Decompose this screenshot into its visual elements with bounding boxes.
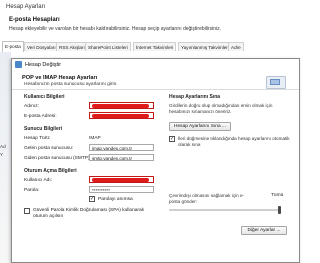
window-title: Hesap Ayarları [6,4,46,10]
email-address-field[interactable] [89,112,154,119]
auto-test-checkbox[interactable]: ✓ [169,136,175,142]
tab-sharepoint-lists[interactable]: SharePoint Listeleri [85,42,131,51]
dialog-title: Hesap Değiştir [25,62,62,68]
remember-password-label: Parolayı anımsa [98,197,133,202]
account-type-value: IMAP [89,136,101,141]
dialog-titlebar: Hesap Değiştir [12,59,299,71]
dialog-heading: POP ve IMAP Hesap Ayarları [22,75,98,81]
remember-password-checkbox[interactable]: ✓ [89,196,95,202]
tab-internet-calendars[interactable]: İnternet Takvimleri [133,42,177,51]
password-field[interactable]: ********** [89,186,154,193]
tab-data-files[interactable]: Veri Dosyaları [24,42,59,51]
tab-rss-feeds[interactable]: RSS Akışları [56,42,88,51]
mail-settings-icon [266,76,286,89]
auto-test-label: İleri düğmesine tıklandığında hesap ayar… [178,136,290,147]
username-field[interactable] [89,176,154,183]
change-account-dialog: Hesap Değiştir POP ve IMAP Hesap Ayarlar… [11,58,300,263]
tab-address-books[interactable]: Adre [228,42,244,51]
spa-checkbox[interactable] [24,208,30,214]
tab-email[interactable]: E-posta [2,41,24,52]
test-settings-description: Girdilerin doğru olup olmadığından emin … [169,103,273,114]
password-label: Parola: [24,188,40,193]
user-info-section-title: Kullanıcı Bilgileri [24,94,65,100]
more-settings-button[interactable]: Diğer Ayarlar ... [241,226,287,235]
envelope-icon [15,61,22,68]
email-address-label: E-posta Adresi: [24,114,57,119]
login-info-section-title: Oturum Açma Bilgileri [24,168,77,174]
account-row-label: Y [0,152,4,157]
offline-mail-slider-thumb[interactable] [278,206,281,214]
name-field[interactable] [89,102,154,109]
spa-label: Güvenli Parola Kimlik Doğrulaması (SPA) … [33,208,145,219]
outgoing-server-field[interactable]: smtp.yandex.com.tr [89,154,154,161]
email-accounts-description: Hesap ekleyebilir ve varolan bir hesabı … [9,26,222,32]
redaction-mark [92,104,149,108]
test-settings-section-title: Hesap Ayarlarını Sına [169,94,221,100]
name-label: Adınız: [24,104,39,109]
offline-mail-slider[interactable] [169,209,281,211]
redaction-mark [92,114,149,118]
redaction-mark [92,178,149,182]
dialog-subheading: Hesabınızın posta sunucusu ayarlarını gi… [24,82,118,87]
outgoing-server-label: Giden posta sunucusu (SMTP): [24,156,91,161]
test-account-settings-button[interactable]: Hesap Ayarlarını Sına ... [169,122,231,131]
incoming-server-field[interactable]: imap.yandex.com.tr [89,144,154,151]
header-divider [12,89,299,90]
email-accounts-heading: E-posta Hesapları [9,17,60,23]
incoming-server-label: Gelen posta sunucusu: [24,146,74,151]
account-type-label: Hesap Türü: [24,136,51,141]
tab-published-calendars[interactable]: Yayımlanmış Takvimler [178,42,231,51]
username-label: Kullanıcı Adı: [24,178,52,183]
server-info-section-title: Sunucu Bilgileri [24,126,63,132]
account-column-label: Ad [0,144,6,149]
offline-mail-label: Çevrimdışı olmasını sağlamak için e-post… [169,193,245,204]
offline-mail-value: Tümü [271,193,284,198]
